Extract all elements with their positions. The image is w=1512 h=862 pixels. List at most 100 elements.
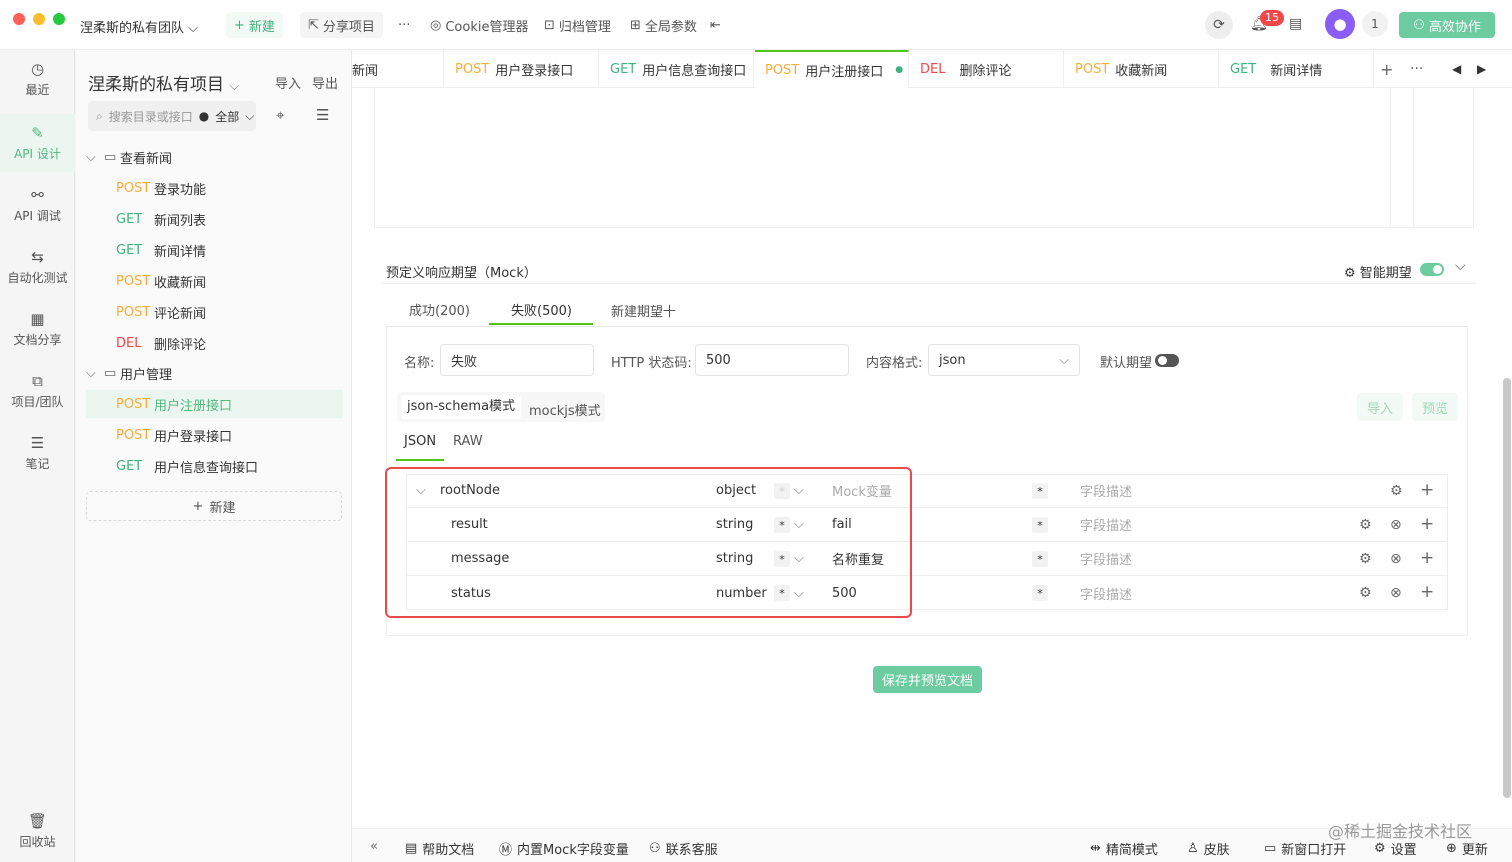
remove-icon[interactable]: ⊗: [1390, 551, 1402, 567]
add-icon[interactable]: +: [1420, 480, 1434, 500]
cookie-manager-button[interactable]: ◎ Cookie管理器: [422, 12, 536, 38]
minimize-window-button[interactable]: [33, 13, 45, 25]
tab-raw[interactable]: RAW: [453, 434, 483, 449]
settings-icon[interactable]: ⚙: [1359, 517, 1372, 533]
remove-icon[interactable]: ⊗: [1390, 585, 1402, 601]
simple-mode-button[interactable]: ⇹ 精简模式: [1090, 839, 1158, 858]
sort-icon[interactable]: ☰: [316, 106, 329, 124]
global-params-button[interactable]: ⊞ 全局参数: [622, 12, 705, 38]
mockjs-mode[interactable]: mockjs模式: [529, 400, 601, 419]
tree-item[interactable]: POST 用户登录接口: [86, 421, 343, 449]
message-icon[interactable]: ▤: [1289, 16, 1302, 32]
name-field[interactable]: 失败: [440, 344, 594, 376]
nav-notes[interactable]: ☰ 笔记: [0, 424, 75, 482]
project-title[interactable]: 涅柔斯的私有项目 ⌵: [88, 70, 239, 95]
tab-user-register[interactable]: POST 用户注册接口 ●: [755, 50, 909, 88]
share-project-button[interactable]: ⇱ 分享项目: [300, 12, 383, 38]
tab-next-icon[interactable]: ▶: [1477, 62, 1486, 76]
tab-user-login[interactable]: POST 用户登录接口: [445, 50, 599, 88]
team-switcher[interactable]: 涅柔斯的私有团队 ⌵: [80, 17, 198, 36]
chevron-down-icon[interactable]: ⌵: [1455, 258, 1466, 274]
settings-icon[interactable]: ⚙: [1359, 585, 1372, 601]
help-docs-button[interactable]: ▤ 帮助文档: [405, 839, 474, 858]
add-icon[interactable]: +: [1420, 582, 1434, 602]
tab-fail-500[interactable]: 失败(500): [511, 300, 572, 319]
tab-favorite-news[interactable]: POST 收藏新闻: [1065, 50, 1219, 88]
more-icon: ···: [398, 17, 411, 33]
tree-new-button[interactable]: + 新建: [86, 491, 342, 521]
avatar[interactable]: ●: [1325, 9, 1355, 39]
mock-vars-button[interactable]: Ⓜ 内置Mock字段变量: [499, 839, 629, 858]
preview-button[interactable]: 预览: [1412, 393, 1458, 421]
tree-item[interactable]: POST 评论新闻: [86, 298, 343, 326]
tree-item[interactable]: POST 登录功能: [86, 174, 343, 202]
archive-button[interactable]: ⊡ 归档管理: [536, 12, 619, 38]
field-desc[interactable]: 字段描述: [1080, 481, 1132, 500]
http-status-field[interactable]: 500: [695, 344, 849, 376]
folder-news[interactable]: ⌵ ▭ 查看新闻: [86, 143, 343, 171]
locate-icon[interactable]: ⌖: [276, 106, 284, 124]
item-label: 收藏新闻: [154, 275, 207, 291]
collapse-icon[interactable]: ⇤: [702, 12, 729, 38]
tree-item[interactable]: DEL 删除评论: [86, 329, 343, 357]
smart-expect-toggle[interactable]: [1420, 263, 1444, 276]
tab-news-detail[interactable]: GET 新闻详情: [1220, 50, 1374, 88]
main-scrollbar[interactable]: [1503, 378, 1511, 798]
maximize-window-button[interactable]: [53, 13, 65, 25]
mock-star[interactable]: *: [1032, 585, 1048, 601]
nav-trash[interactable]: 🗑︎ 回收站: [0, 802, 75, 860]
mock-star[interactable]: *: [1032, 517, 1048, 533]
remove-icon[interactable]: ⊗: [1390, 517, 1402, 533]
mock-star[interactable]: *: [1032, 483, 1048, 499]
more-button[interactable]: ···: [390, 12, 418, 38]
filter-select[interactable]: 全部: [215, 108, 239, 125]
tab-json[interactable]: JSON: [404, 434, 436, 449]
new-expect-tab[interactable]: 新建期望十: [611, 301, 676, 320]
field-desc[interactable]: 字段描述: [1080, 549, 1132, 568]
tree-item[interactable]: GET 新闻列表: [86, 205, 343, 233]
nav-doc-share[interactable]: ▦ 文档分享: [0, 300, 75, 358]
tab-delete-comment[interactable]: DEL 删除评论: [910, 50, 1064, 88]
collapse-left-icon[interactable]: «: [370, 839, 378, 854]
member-count[interactable]: 1: [1362, 11, 1388, 37]
field-desc[interactable]: 字段描述: [1080, 584, 1132, 603]
nav-api-debug[interactable]: ⚯ API 调试: [0, 176, 75, 234]
json-schema-mode[interactable]: json-schema模式: [401, 395, 522, 419]
tab-user-info[interactable]: GET 用户信息查询接口: [600, 50, 754, 88]
import-button[interactable]: 导入: [1357, 393, 1403, 421]
tab-success-200[interactable]: 成功(200): [409, 300, 470, 319]
tree-item[interactable]: POST 收藏新闻: [86, 267, 343, 295]
default-expect-toggle[interactable]: [1155, 354, 1179, 367]
mock-vars-label: 内置Mock字段变量: [517, 843, 629, 858]
sync-icon[interactable]: ⟳: [1205, 11, 1233, 39]
import-button[interactable]: 导入: [275, 73, 301, 92]
nav-project-team[interactable]: ⧉ 项目/团队: [0, 362, 75, 420]
tab-prev-icon[interactable]: ◀: [1452, 62, 1461, 76]
support-button[interactable]: ⚇ 联系客服: [649, 839, 718, 858]
more-tabs-icon[interactable]: ···: [1410, 61, 1423, 77]
format-select[interactable]: json ⌵: [928, 344, 1080, 376]
nav-api-design[interactable]: ✎ API 设计: [0, 114, 75, 172]
mock-star[interactable]: *: [1032, 551, 1048, 567]
add-icon[interactable]: +: [1420, 548, 1434, 568]
nav-automation[interactable]: ⇆ 自动化测试: [0, 238, 75, 296]
export-button[interactable]: 导出: [312, 73, 338, 92]
settings-icon[interactable]: ⚙: [1390, 483, 1403, 499]
nav-recent[interactable]: ◷ 最近: [0, 50, 75, 108]
search-input[interactable]: ⌕ 搜索目录或接口 ● 全部 ⌵: [88, 101, 256, 131]
item-label: 用户登录接口: [154, 429, 233, 445]
tree-item[interactable]: GET 新闻详情: [86, 236, 343, 264]
field-desc[interactable]: 字段描述: [1080, 515, 1132, 534]
skin-button[interactable]: ♙ 皮肤: [1187, 839, 1230, 858]
add-tab-icon[interactable]: +: [1380, 60, 1393, 79]
tab-news[interactable]: 新闻: [352, 50, 444, 88]
save-preview-button[interactable]: 保存并预览文档: [873, 666, 982, 693]
add-icon[interactable]: +: [1420, 514, 1434, 534]
folder-user-management[interactable]: ⌵ ▭ 用户管理: [86, 359, 343, 387]
close-window-button[interactable]: [13, 13, 25, 25]
new-button[interactable]: + 新建: [226, 12, 283, 38]
settings-icon[interactable]: ⚙: [1359, 551, 1372, 567]
tree-item-active[interactable]: POST 用户注册接口: [86, 390, 343, 418]
collab-button[interactable]: ⚇ 高效协作: [1399, 12, 1495, 38]
tree-item[interactable]: GET 用户信息查询接口: [86, 452, 343, 480]
